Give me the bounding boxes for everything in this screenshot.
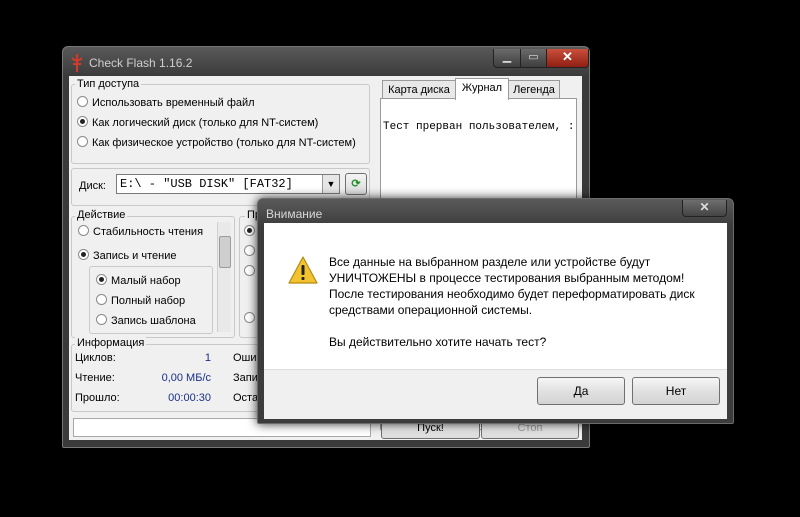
maximize-button[interactable]: ▭ — [520, 49, 547, 68]
action-legend: Действие — [75, 209, 128, 221]
yes-button[interactable]: Да — [537, 377, 625, 405]
message-line — [329, 318, 709, 334]
radio-dot — [244, 312, 255, 323]
disk-select[interactable]: E:\ - "USB DISK" [FAT32] ▼ — [116, 174, 340, 194]
radio-label: Как физическое устройство (только для NT… — [92, 137, 356, 149]
radio-label: Полный набор — [111, 295, 186, 307]
elapsed-label: Прошло: — [75, 392, 120, 404]
message-line: Все данные на выбранном разделе или устр… — [329, 255, 651, 269]
disk-select-value: E:\ - "USB DISK" [FAT32] — [120, 177, 293, 191]
elapsed-value: 00:00:30 — [168, 392, 211, 404]
access-type-legend: Тип доступа — [75, 78, 142, 90]
radio-label: Малый набор — [111, 275, 181, 287]
scrollbar-thumb[interactable] — [219, 236, 231, 268]
radio-dot-selected — [78, 249, 89, 260]
warning-icon — [288, 256, 318, 284]
app-logo-icon — [71, 54, 83, 72]
radio-label: Запись шаблона — [111, 315, 196, 327]
radio-label: Использовать временный файл — [92, 97, 255, 109]
tab-legend[interactable]: Легенда — [508, 80, 560, 99]
message-line: УНИЧТОЖЕНЫ в процессе тестирования выбра… — [329, 271, 685, 285]
radio-dot — [96, 294, 107, 305]
radio-dot — [244, 245, 255, 256]
no-button[interactable]: Нет — [632, 377, 720, 405]
read-speed-label: Чтение: — [75, 372, 115, 384]
window-title: Check Flash 1.16.2 — [89, 56, 193, 70]
log-line: Тест прерван пользователем, : — [383, 121, 575, 133]
chevron-down-icon[interactable]: ▼ — [322, 175, 339, 193]
dialog-title: Внимание — [266, 207, 323, 221]
dialog-message: Все данные на выбранном разделе или устр… — [329, 254, 709, 350]
tab-log[interactable]: Журнал — [455, 78, 509, 100]
radio-dot — [96, 314, 107, 325]
disk-label: Диск: — [79, 180, 106, 192]
refresh-icon: ⟳ — [351, 178, 361, 190]
message-line: Вы действительно хотите начать тест? — [329, 335, 547, 349]
radio-full-set[interactable]: Полный набор — [96, 294, 185, 307]
cycles-label: Циклов: — [75, 352, 116, 364]
refresh-button[interactable]: ⟳ — [345, 173, 367, 195]
minimize-button[interactable]: ▁ — [493, 49, 521, 68]
radio-temp-file[interactable]: Использовать временный файл — [77, 96, 255, 109]
tab-disk-map[interactable]: Карта диска — [382, 80, 456, 99]
radio-label: Запись и чтение — [93, 250, 177, 262]
radio-dot — [77, 136, 88, 147]
dialog-body: Все данные на выбранном разделе или устр… — [264, 223, 727, 369]
radio-dot — [78, 225, 89, 236]
radio-dot — [244, 265, 255, 276]
message-line: После тестирования необходимо будет пере… — [329, 287, 695, 301]
radio-dot-selected — [77, 116, 88, 127]
radio-label: Как логический диск (только для NT-систе… — [92, 117, 319, 129]
cycles-value: 1 — [204, 352, 211, 364]
radio-dot — [77, 96, 88, 107]
radio-write-read[interactable]: Запись и чтение — [78, 249, 176, 262]
action-scrollbar[interactable] — [217, 222, 231, 332]
radio-logical-disk[interactable]: Как логический диск (только для NT-систе… — [77, 116, 318, 129]
dialog-close-button[interactable]: ✕ — [682, 200, 727, 217]
message-line: средствами операционной системы. — [329, 303, 533, 317]
close-button[interactable]: ✕ — [546, 49, 589, 68]
info-legend: Информация — [75, 337, 147, 349]
radio-label: Стабильность чтения — [93, 226, 204, 238]
warning-dialog: Внимание ✕ Все данные на выбранном разде… — [257, 198, 734, 424]
radio-small-set[interactable]: Малый набор — [96, 274, 181, 287]
read-speed-value: 0,00 МБ/с — [161, 372, 211, 384]
close-icon: ✕ — [699, 200, 710, 214]
radio-dot-selected — [96, 274, 107, 285]
radio-write-pattern[interactable]: Запись шаблона — [96, 314, 196, 327]
radio-physical-device[interactable]: Как физическое устройство (только для NT… — [77, 136, 356, 149]
radio-read-stability[interactable]: Стабильность чтения — [78, 225, 203, 238]
radio-dot-selected — [244, 225, 255, 236]
